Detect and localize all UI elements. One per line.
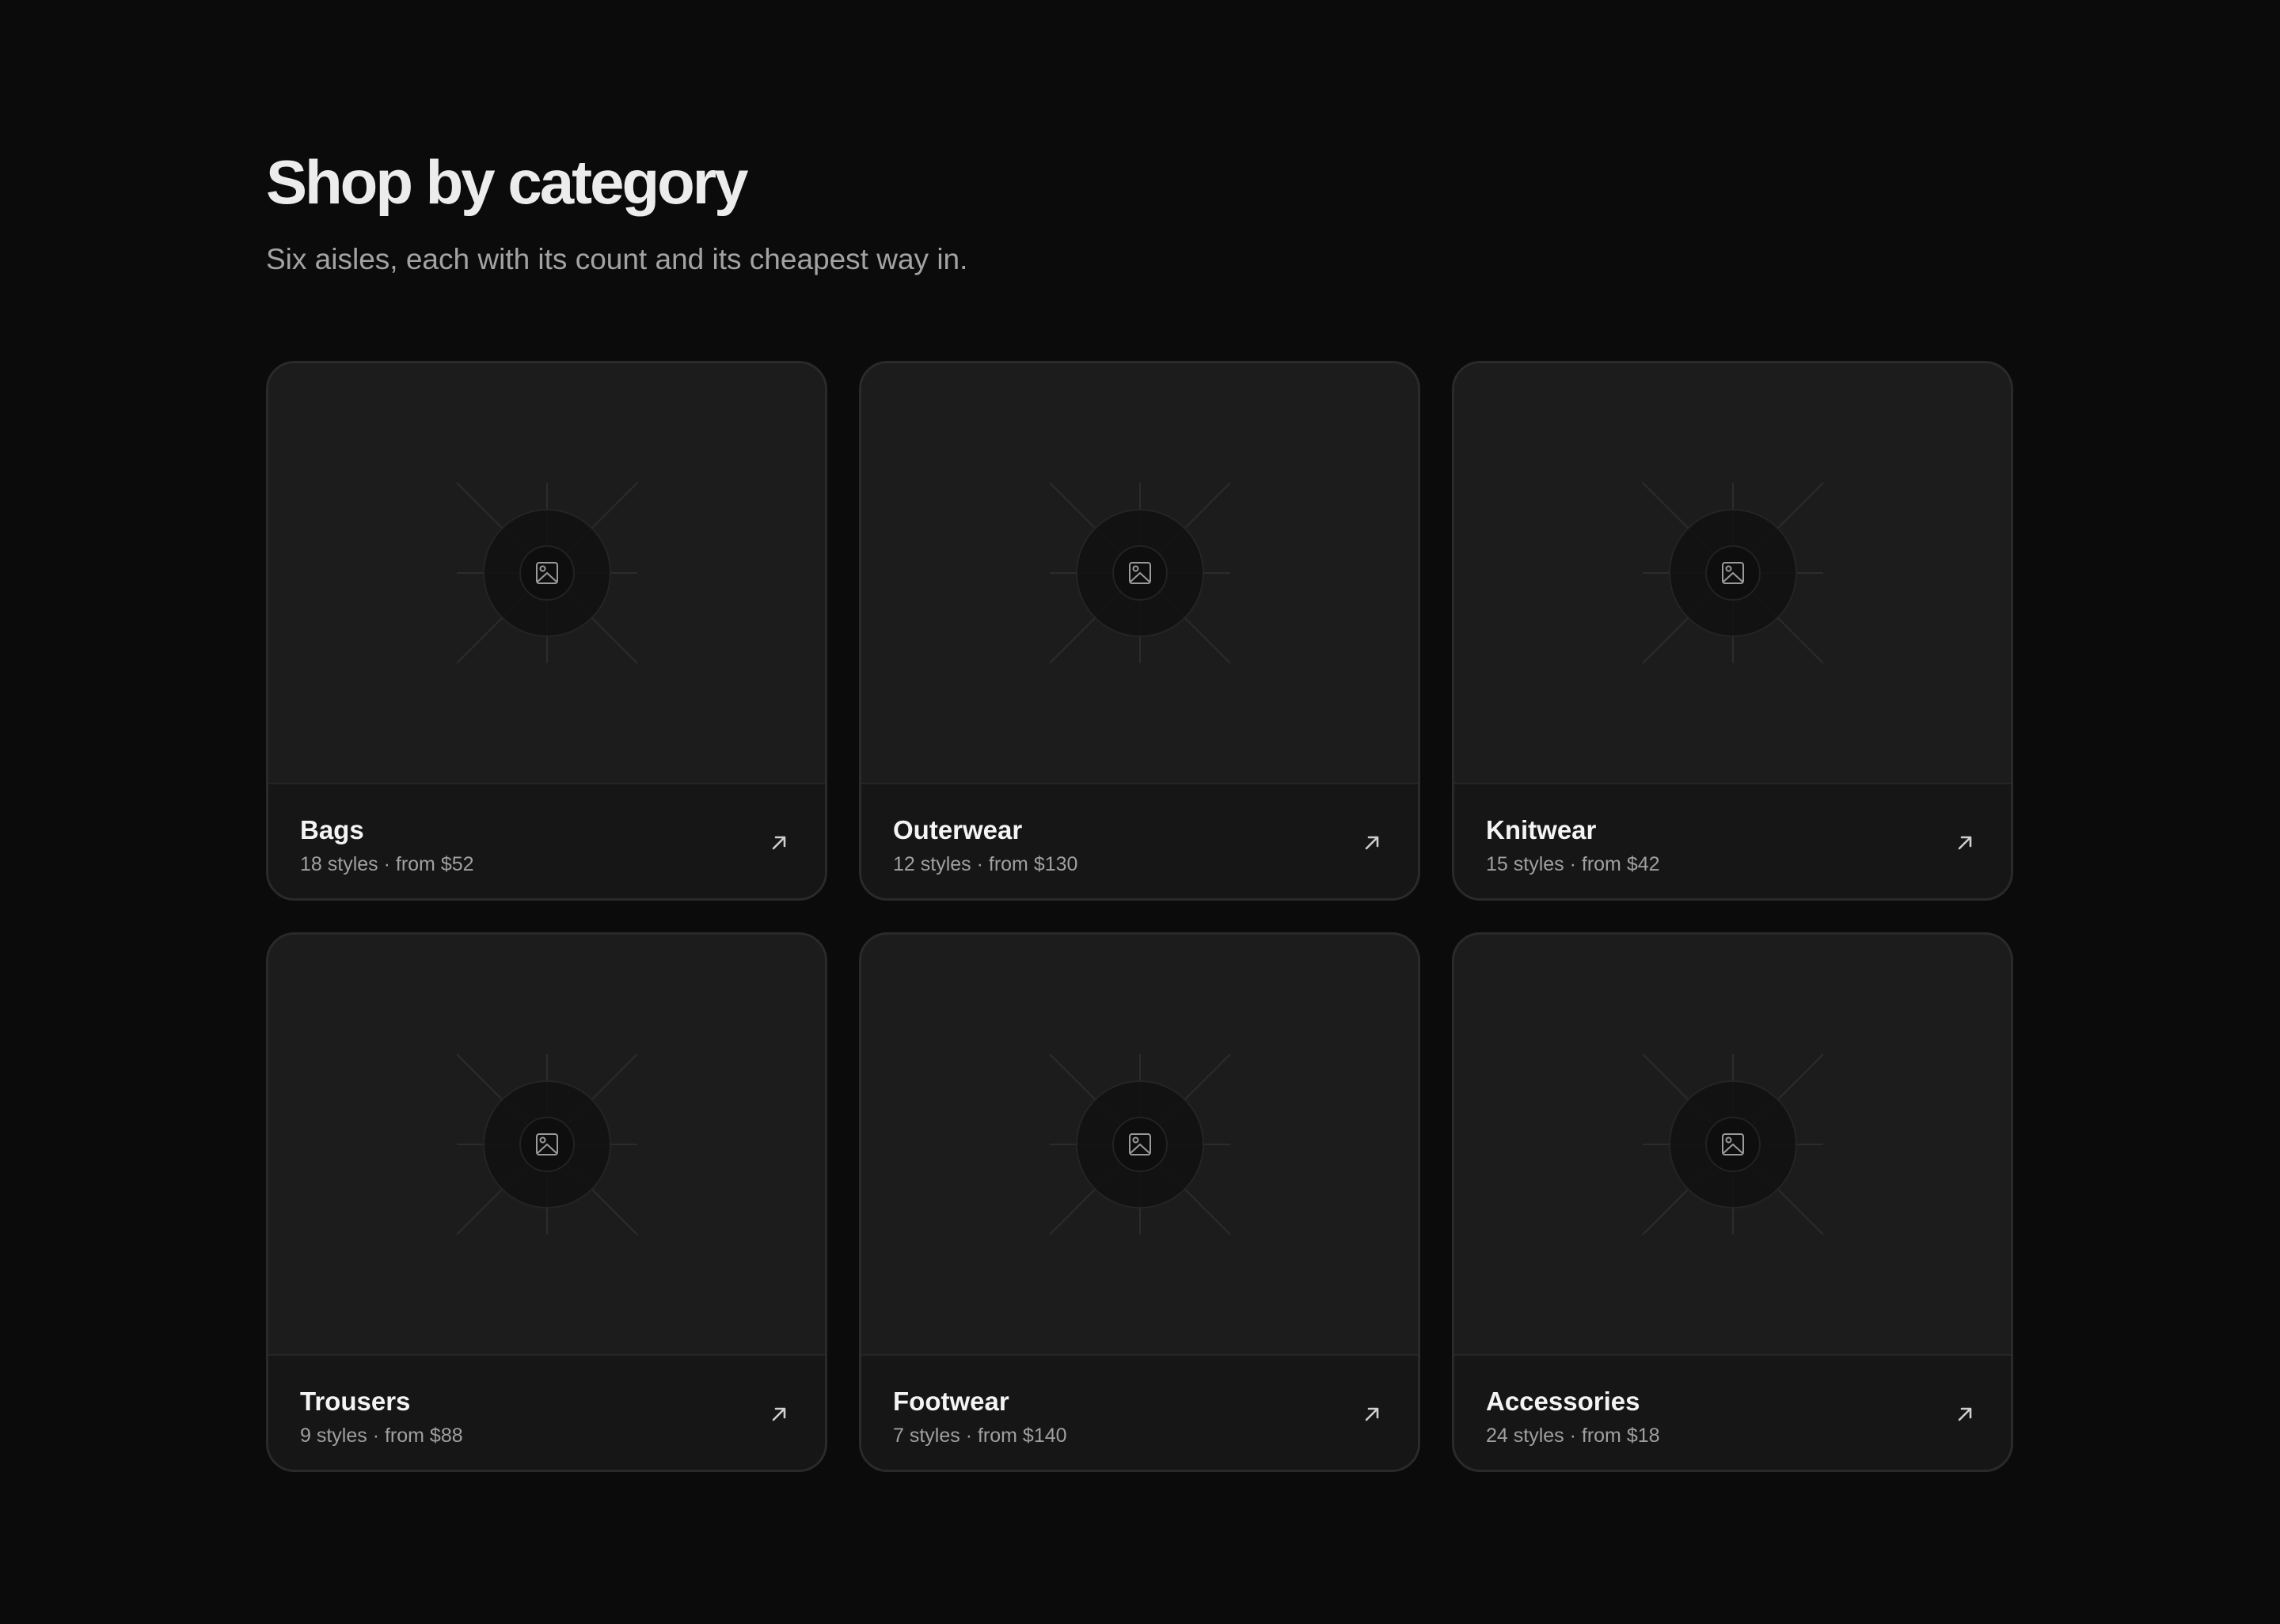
category-meta: 7 styles · from $140	[893, 1425, 1067, 1447]
category-card-knitwear[interactable]: Knitwear 15 styles · from $42	[1452, 361, 2013, 901]
category-name: Knitwear	[1486, 815, 1597, 844]
category-info: Trousers 9 styles · from $88	[268, 1354, 825, 1470]
category-card-footwear[interactable]: Footwear 7 styles · from $140	[859, 932, 1420, 1472]
category-meta: 9 styles · from $88	[300, 1425, 463, 1447]
arrow-up-right-icon[interactable]	[1361, 1403, 1383, 1425]
arrow-up-right-icon[interactable]	[768, 832, 790, 854]
category-card-accessories[interactable]: Accessories 24 styles · from $18	[1452, 932, 2013, 1472]
category-info: Bags 18 styles · from $52	[268, 783, 825, 898]
image-icon	[1641, 1053, 1824, 1235]
category-grid: Bags 18 styles · from $52 Outerwear 12 s…	[266, 361, 2014, 1472]
category-info: Footwear 7 styles · from $140	[861, 1354, 1418, 1470]
image-icon	[1048, 482, 1231, 664]
category-image-placeholder	[1454, 935, 2011, 1354]
category-name: Outerwear	[893, 815, 1023, 844]
arrow-up-right-icon[interactable]	[1954, 1403, 1976, 1425]
page-subtitle: Six aisles, each with its count and its …	[266, 243, 968, 275]
category-info: Outerwear 12 styles · from $130	[861, 783, 1418, 898]
page-title: Shop by category	[266, 147, 748, 217]
category-card-bags[interactable]: Bags 18 styles · from $52	[266, 361, 827, 901]
category-info: Knitwear 15 styles · from $42	[1454, 783, 2011, 898]
image-icon	[455, 1053, 638, 1235]
category-image-placeholder	[1454, 363, 2011, 783]
image-icon	[1641, 482, 1824, 664]
arrow-up-right-icon[interactable]	[768, 1403, 790, 1425]
category-meta: 24 styles · from $18	[1486, 1425, 1660, 1447]
category-name: Accessories	[1486, 1387, 1640, 1416]
image-icon	[455, 482, 638, 664]
category-name: Footwear	[893, 1387, 1009, 1416]
category-name: Bags	[300, 815, 364, 844]
category-image-placeholder	[861, 363, 1418, 783]
category-image-placeholder	[861, 935, 1418, 1354]
category-meta: 12 styles · from $130	[893, 853, 1078, 875]
category-name: Trousers	[300, 1387, 411, 1416]
arrow-up-right-icon[interactable]	[1361, 832, 1383, 854]
category-card-outerwear[interactable]: Outerwear 12 styles · from $130	[859, 361, 1420, 901]
category-info: Accessories 24 styles · from $18	[1454, 1354, 2011, 1470]
category-image-placeholder	[268, 935, 825, 1354]
arrow-up-right-icon[interactable]	[1954, 832, 1976, 854]
category-card-trousers[interactable]: Trousers 9 styles · from $88	[266, 932, 827, 1472]
category-meta: 15 styles · from $42	[1486, 853, 1660, 875]
category-image-placeholder	[268, 363, 825, 783]
category-meta: 18 styles · from $52	[300, 853, 474, 875]
image-icon	[1048, 1053, 1231, 1235]
